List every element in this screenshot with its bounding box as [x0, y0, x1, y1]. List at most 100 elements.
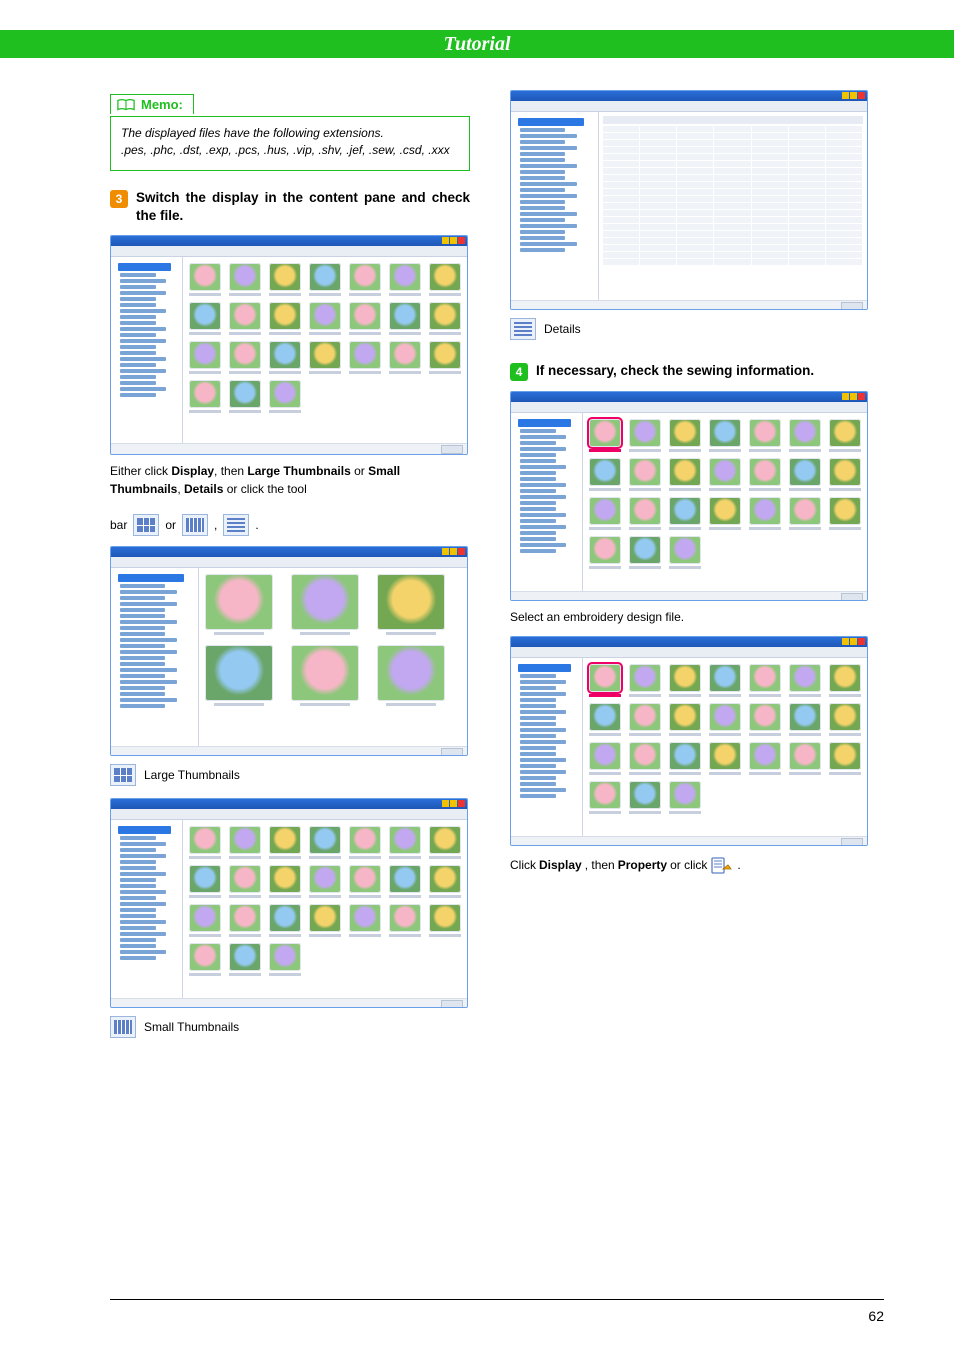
- property-icon[interactable]: [710, 854, 734, 876]
- details-view-icon[interactable]: [510, 318, 536, 340]
- screenshot-body: [511, 112, 867, 300]
- screenshot-folder-tree: [511, 413, 583, 591]
- screenshot-small-thumbs: [110, 798, 468, 1008]
- bar-word: bar: [110, 518, 127, 532]
- screenshot-folder-tree: [511, 112, 599, 300]
- right-column: Details 4 If necessary, check the sewing…: [510, 90, 870, 1050]
- page-title-band: Tutorial: [0, 30, 954, 58]
- click-display-property-line: Click Display , then Property or click .: [510, 854, 870, 876]
- screenshot-statusbar: [511, 300, 867, 310]
- page: Tutorial Memo: The displayed files have …: [0, 0, 954, 1348]
- screenshot-toolbar: [111, 246, 467, 257]
- screenshot-toolbar: [111, 557, 467, 568]
- screenshot-toolbar: [511, 647, 867, 658]
- small-thumbs-label-row: Small Thumbnails: [110, 1016, 470, 1038]
- large-thumbnails-label: Large Thumbnails: [144, 768, 240, 782]
- text-fragment: Click: [510, 857, 536, 874]
- screenshot-statusbar: [511, 836, 867, 846]
- screenshot-toolbar: [511, 402, 867, 413]
- large-thumbnails-icon[interactable]: [110, 764, 136, 786]
- or-word: or: [165, 518, 176, 532]
- screenshot-body: [511, 413, 867, 591]
- large-thumbs-label-row: Large Thumbnails: [110, 764, 470, 786]
- screenshot-window-controls: [442, 548, 465, 555]
- footer-rule: [110, 1299, 884, 1300]
- screenshot-titlebar: [511, 392, 867, 402]
- screenshot-body: [111, 257, 467, 443]
- select-design-text: Select an embroidery design file.: [510, 609, 870, 626]
- step-4: 4 If necessary, check the sewing informa…: [510, 362, 870, 381]
- page-title: Tutorial: [443, 33, 510, 55]
- small-thumbnails-icon[interactable]: [110, 1016, 136, 1038]
- display-word: Display: [171, 464, 214, 478]
- memo-block: Memo: The displayed files have the follo…: [110, 116, 470, 171]
- screenshot-window-controls: [442, 237, 465, 244]
- large-thumbnails-icon[interactable]: [133, 514, 159, 536]
- screenshot-large-thumbs: [110, 546, 468, 756]
- screenshot-sewing-info: [510, 391, 868, 601]
- screenshot-window-controls: [442, 800, 465, 807]
- content-columns: Memo: The displayed files have the follo…: [110, 90, 874, 1050]
- step-4-text: If necessary, check the sewing informati…: [536, 362, 814, 381]
- details-label: Details: [544, 322, 581, 336]
- page-number: 62: [868, 1308, 884, 1324]
- screenshot-window-controls: [842, 92, 865, 99]
- screenshot-folder-tree: [511, 658, 583, 836]
- screenshot-thumb-grid: [183, 820, 467, 998]
- small-thumbnails-icon[interactable]: [182, 514, 208, 536]
- screenshot-statusbar: [111, 443, 467, 454]
- screenshot-thumb-grid: [583, 658, 867, 836]
- book-icon: [117, 98, 135, 112]
- screenshot-folder-tree: [111, 257, 183, 443]
- text-fragment: or click: [670, 857, 707, 874]
- details-word: Details: [184, 482, 223, 496]
- screenshot-titlebar: [111, 799, 467, 809]
- text-fragment: , then: [214, 464, 247, 478]
- screenshot-window-controls: [842, 393, 865, 400]
- screenshot-thumb-grid: [583, 413, 867, 591]
- screenshot-titlebar: [111, 547, 467, 557]
- screenshot-content-pane: [110, 235, 468, 455]
- screenshot-toolbar: [111, 809, 467, 820]
- text-fragment: , then: [585, 857, 615, 874]
- text-fragment: .: [737, 857, 740, 874]
- screenshot-statusbar: [511, 591, 867, 601]
- screenshot-statusbar: [111, 746, 467, 756]
- either-click-paragraph: Either click Display, then Large Thumbna…: [110, 463, 470, 498]
- screenshot-details-list: [599, 112, 867, 300]
- toolbar-icons-row: bar or , .: [110, 514, 470, 536]
- screenshot-window-controls: [842, 638, 865, 645]
- screenshot-details-view: [510, 90, 868, 310]
- memo-body: The displayed files have the following e…: [110, 116, 470, 171]
- property-word: Property: [618, 857, 667, 874]
- screenshot-statusbar: [111, 998, 467, 1008]
- step-3: 3 Switch the display in the content pane…: [110, 189, 470, 225]
- screenshot-folder-tree: [111, 568, 199, 746]
- screenshot-toolbar: [511, 101, 867, 112]
- screenshot-titlebar: [511, 91, 867, 101]
- step-3-text: Switch the display in the content pane a…: [136, 189, 470, 225]
- memo-title: Memo:: [141, 97, 183, 112]
- memo-line-2: .pes, .phc, .dst, .exp, .pcs, .hus, .vip…: [121, 142, 459, 159]
- text-fragment: or click the tool: [223, 482, 306, 496]
- details-view-icon[interactable]: [223, 514, 249, 536]
- screenshot-folder-tree: [111, 820, 183, 998]
- period-char: .: [255, 518, 258, 532]
- text-fragment: or: [351, 464, 368, 478]
- large-thumbnails-word: Large Thumbnails: [247, 464, 350, 478]
- step-number-3: 3: [110, 190, 128, 208]
- display-word: Display: [539, 857, 582, 874]
- step-number-4: 4: [510, 363, 528, 381]
- screenshot-titlebar: [111, 236, 467, 246]
- small-thumbnails-label: Small Thumbnails: [144, 1020, 239, 1034]
- screenshot-thumb-grid: [183, 257, 467, 443]
- memo-tab: Memo:: [110, 94, 194, 114]
- text-fragment: ,: [177, 482, 184, 496]
- screenshot-body: [111, 820, 467, 998]
- memo-line-1: The displayed files have the following e…: [121, 125, 459, 142]
- screenshot-thumb-grid: [199, 568, 467, 746]
- screenshot-body: [511, 658, 867, 836]
- text-fragment: Either click: [110, 464, 171, 478]
- comma-char: ,: [214, 518, 217, 532]
- screenshot-body: [111, 568, 467, 746]
